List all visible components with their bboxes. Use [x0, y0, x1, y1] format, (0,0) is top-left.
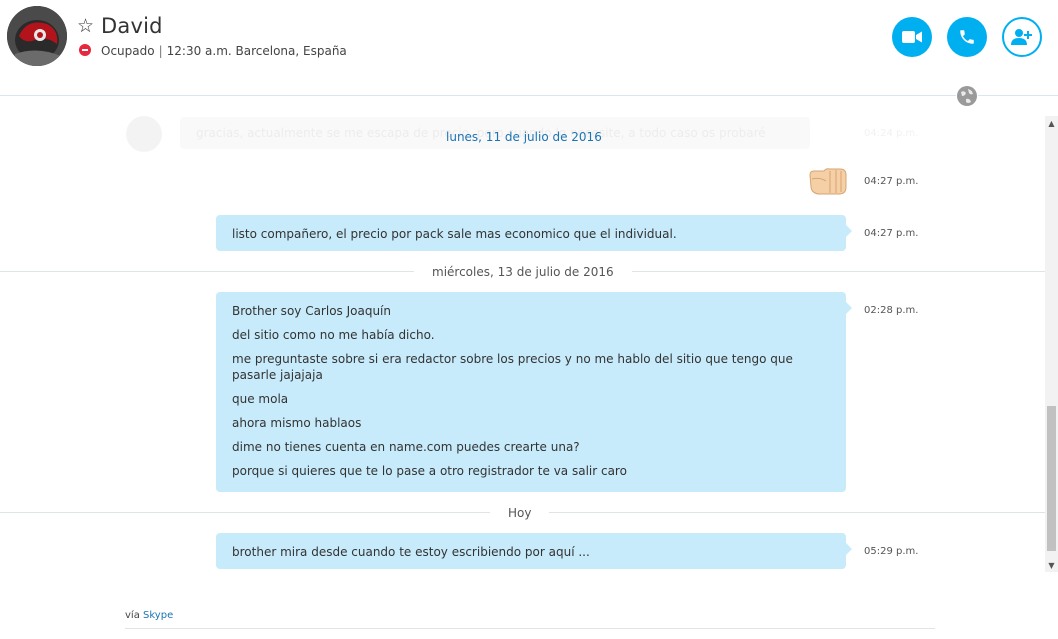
- add-people-button[interactable]: [1002, 17, 1042, 57]
- message-bubble[interactable]: listo compañero, el precio por pack sale…: [216, 215, 852, 251]
- date-separator-label: miércoles, 13 de julio de 2016: [414, 264, 632, 280]
- video-call-button[interactable]: [892, 17, 932, 57]
- message-text: me preguntaste sobre si era redactor sob…: [232, 352, 793, 382]
- scroll-thumb[interactable]: [1047, 406, 1056, 551]
- busy-status-icon: [79, 44, 91, 56]
- scroll-up-arrow-icon[interactable]: ▲: [1045, 116, 1058, 130]
- date-separator-label: Hoy: [490, 505, 550, 521]
- presence-status: Ocupado: [101, 44, 155, 58]
- message-text: del sitio como no me había dicho.: [232, 328, 435, 342]
- phone-icon: [960, 30, 974, 44]
- message-time: 05:29 p.m.: [864, 546, 919, 557]
- date-separator-label: lunes, 11 de julio de 2016: [446, 130, 602, 144]
- message-time: 04:27 p.m.: [864, 176, 919, 187]
- message-text: porque si quieres que te lo pase a otro …: [232, 464, 627, 478]
- scrollbar[interactable]: ▲ ▼: [1045, 116, 1058, 572]
- skype-link[interactable]: Skype: [143, 610, 173, 621]
- faded-avatar: [126, 116, 162, 152]
- avatar-photo-icon: [7, 6, 67, 66]
- local-time: 12:30 a.m. Barcelona, España: [166, 44, 347, 58]
- faded-time: 04:24 p.m.: [864, 128, 919, 139]
- message-text: dime no tienes cuenta en name.com puedes…: [232, 440, 580, 454]
- message-bubble[interactable]: Brother soy Carlos Joaquín del sitio com…: [216, 292, 852, 492]
- video-call-icon: [902, 31, 922, 43]
- message-text: Brother soy Carlos Joaquín: [232, 304, 391, 318]
- message-text: listo compañero, el precio por pack sale…: [232, 227, 677, 241]
- status-line: Ocupado | 12:30 a.m. Barcelona, España: [101, 43, 347, 59]
- message-time: 02:28 p.m.: [864, 305, 919, 316]
- fist-bump-icon: [809, 168, 847, 195]
- contact-name: David: [101, 14, 163, 38]
- message-time: 04:27 p.m.: [864, 228, 919, 239]
- message-bubble[interactable]: brother mira desde cuando te estoy escri…: [216, 533, 852, 569]
- message-text: ahora mismo hablaos: [232, 416, 362, 430]
- via-skype-label: vía Skype: [125, 609, 173, 623]
- audio-call-button[interactable]: [947, 17, 987, 57]
- add-contact-icon: [1011, 29, 1032, 45]
- message-text: que mola: [232, 392, 289, 406]
- skype-chat-window: ☆ David Ocupado | 12:30 a.m. Barcelona, Es…: [0, 0, 1058, 639]
- scroll-down-arrow-icon[interactable]: ▼: [1045, 558, 1058, 572]
- footer-divider: [125, 628, 935, 629]
- status-separator: |: [158, 44, 163, 58]
- conversation-header: ☆ David Ocupado | 12:30 a.m. Barcelona, Es…: [0, 0, 1058, 96]
- message-text: brother mira desde cuando te estoy escri…: [232, 545, 590, 559]
- favorite-star-icon[interactable]: ☆: [77, 16, 94, 36]
- avatar[interactable]: [7, 6, 67, 66]
- message-history[interactable]: gracias, actualmente se me escapa de pre…: [0, 97, 1045, 639]
- via-prefix: vía: [125, 610, 140, 621]
